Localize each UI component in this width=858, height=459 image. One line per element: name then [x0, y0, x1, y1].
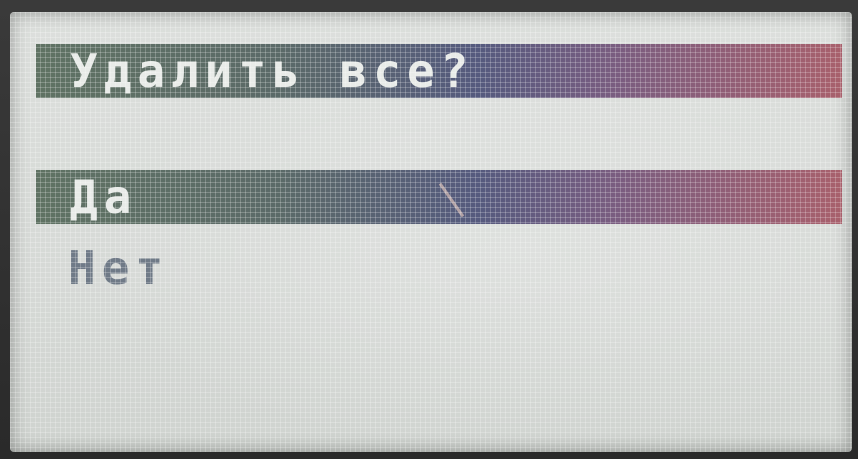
option-no-label: Нет — [68, 241, 170, 295]
dialog-title-bar: Удалить все? — [36, 44, 842, 98]
option-no[interactable]: Нет — [68, 242, 169, 294]
dialog-title: Удалить все? — [70, 44, 475, 98]
lcd-screen: Удалить все? Да Нет — [10, 12, 852, 452]
option-yes-label: Да — [70, 170, 138, 224]
option-yes[interactable]: Да — [36, 170, 842, 224]
device-bezel: Удалить все? Да Нет — [0, 0, 858, 459]
